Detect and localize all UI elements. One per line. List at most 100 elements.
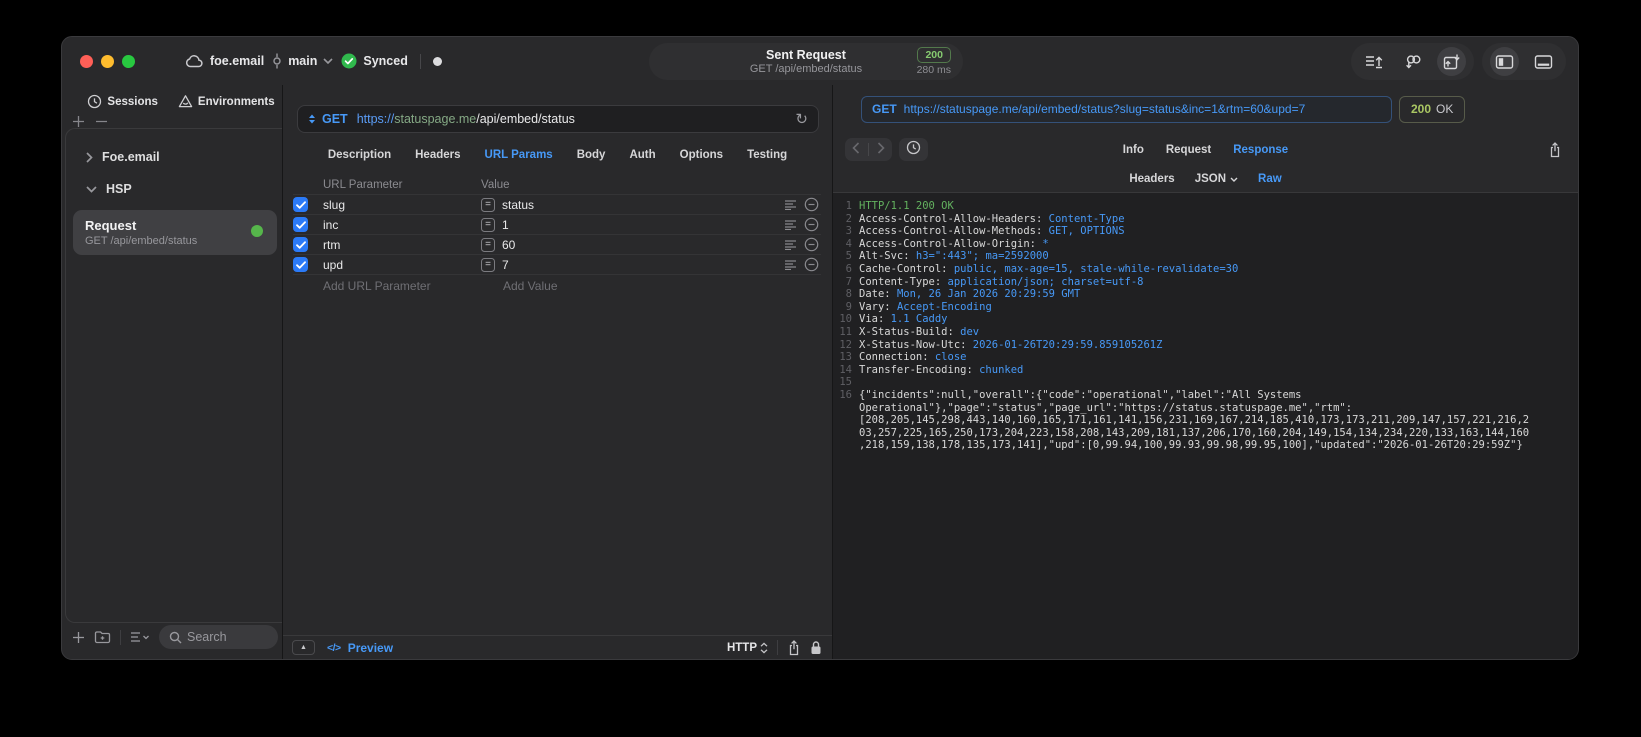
response-subtab-raw[interactable]: Raw [1258,173,1282,185]
add-parameter-cell[interactable]: Add URL Parameter [323,279,503,293]
tab-testing[interactable]: Testing [747,149,787,161]
chevron-down-icon [323,58,333,64]
line-number: 1 [845,200,852,212]
sync-status[interactable]: Synced [341,53,408,69]
zoom-window-button[interactable] [122,54,135,68]
remove-session-icon[interactable] [95,114,108,128]
row-remove-icon[interactable] [804,197,819,212]
add-session-icon[interactable] [72,114,85,128]
response-line: 5 Alt-Svc: h3=":443"; ma=2592000 [833,250,1578,263]
param-value[interactable]: 1 [502,218,784,232]
tab-auth[interactable]: Auth [629,149,655,161]
line-number: 5 [845,250,852,263]
request-url-bar[interactable]: GET https://statuspage.me/api/embed/stat… [297,105,819,133]
add-param-row: Add URL Parameter Add Value [293,275,821,296]
add-folder-icon[interactable] [94,630,111,644]
collapse-panel-button[interactable]: ▲ [292,640,315,655]
back-icon[interactable] [852,141,860,159]
line-number: 13 [839,351,852,364]
line-number: 4 [845,237,852,250]
tab-description[interactable]: Description [328,149,391,161]
tree-item-hsp[interactable]: HSP [66,173,282,205]
export-lines-icon[interactable] [1359,47,1388,76]
response-tab-info[interactable]: Info [1123,144,1144,156]
app-window: foe.email main Synced Sent Request GET /… [61,36,1579,660]
response-share-icon[interactable] [1548,141,1562,158]
branch-name: main [288,54,318,68]
tree-item-foe-email[interactable]: Foe.email [66,141,282,173]
minimize-window-button[interactable] [101,54,114,68]
param-name[interactable]: slug [323,198,481,212]
param-checkbox[interactable] [293,217,308,232]
header-name: Content-Type: [859,275,948,288]
request-item-subtitle: GET /api/embed/status [85,235,198,247]
row-format-icon[interactable] [784,219,797,230]
param-row-actions [784,217,821,232]
param-checkbox[interactable] [293,237,308,252]
param-value[interactable]: 7 [502,258,784,272]
response-tab-request[interactable]: Request [1166,144,1211,156]
sidebar-toggle-icon[interactable] [1490,47,1519,76]
param-name[interactable]: upd [323,258,481,272]
sort-options-icon[interactable] [130,631,150,643]
branch-selector[interactable]: main [272,53,333,69]
request-duration: 280 ms [916,64,951,76]
header-name: Vary: [859,300,897,313]
row-format-icon[interactable] [784,259,797,270]
tab-body[interactable]: Body [577,149,606,161]
merge-loop-icon[interactable] [1398,47,1427,76]
history-nav [845,138,892,161]
import-export-icon[interactable] [1437,47,1466,76]
preview-button[interactable]: </> Preview [327,641,393,655]
header-value: dev [960,325,980,338]
add-request-icon[interactable] [72,631,85,644]
tab-headers[interactable]: Headers [415,149,460,161]
project-selector[interactable]: foe.email [185,54,264,68]
row-remove-icon[interactable] [804,217,819,232]
forward-icon[interactable] [877,141,885,159]
request-list-item-selected[interactable]: Request GET /api/embed/status [73,210,277,255]
tab-options[interactable]: Options [680,149,723,161]
response-subtab-headers[interactable]: Headers [1129,173,1174,185]
row-format-icon[interactable] [784,239,797,250]
close-window-button[interactable] [80,54,93,68]
response-request-line[interactable]: GET https://statuspage.me/api/embed/stat… [861,95,1392,123]
history-icon [87,94,102,109]
row-format-icon[interactable] [784,199,797,210]
sidebar-tab-sessions[interactable]: Sessions [87,94,158,109]
response-tab-response[interactable]: Response [1233,144,1288,156]
param-name[interactable]: rtm [323,238,481,252]
history-clock-button[interactable] [899,138,928,161]
response-line: 13 Connection: close [833,351,1578,364]
search-input[interactable]: Search [159,625,278,649]
row-remove-icon[interactable] [804,237,819,252]
add-value-cell[interactable]: Add Value [503,279,558,293]
line-text: X-Status-Build: dev [859,326,1535,339]
lock-icon[interactable] [810,640,822,655]
param-checkbox[interactable] [293,257,308,272]
response-line: 3 Access-Control-Allow-Methods: GET, OPTI… [833,225,1578,238]
bottom-panel-toggle-icon[interactable] [1529,47,1558,76]
param-name[interactable]: inc [323,218,481,232]
params-rows: slug = status inc = 1 rtm = 60 upd = 7 [293,195,821,275]
share-icon[interactable] [787,639,801,656]
tab-url-params[interactable]: URL Params [485,149,553,161]
protocol-selector[interactable]: HTTP [727,642,768,654]
response-subtab-json[interactable]: JSON [1195,173,1238,185]
line-number: 7 [845,275,852,288]
sent-request-pill[interactable]: Sent Request GET /api/embed/status 200 2… [649,43,963,80]
param-value[interactable]: status [502,198,784,212]
sidebar-tab-environments[interactable]: Environments [178,94,275,109]
header-name: Alt-Svc: [859,250,916,263]
line-text: Vary: Accept-Encoding [859,301,1535,314]
response-line: 10 Via: 1.1 Caddy [833,313,1578,326]
request-method[interactable]: GET [322,112,348,126]
resend-icon[interactable]: ↻ [795,112,808,127]
row-remove-icon[interactable] [804,257,819,272]
url-host: statuspage.me [394,112,477,126]
request-url[interactable]: https://statuspage.me/api/embed/status [357,112,575,126]
param-value[interactable]: 60 [502,238,784,252]
column-value: Value [481,178,510,191]
sent-request-title: Sent Request [766,47,846,62]
param-checkbox[interactable] [293,197,308,212]
